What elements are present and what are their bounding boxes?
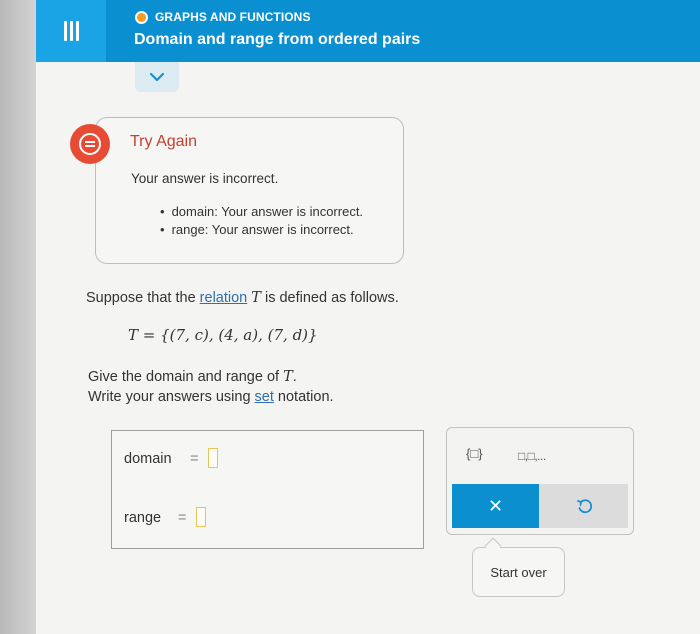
- instruction-text: notation.: [273, 389, 334, 405]
- instruction-line: Give the domain and range of T.: [88, 369, 297, 385]
- instruction-line: Write your answers using set notation.: [88, 389, 334, 405]
- topic-status-icon: [135, 10, 148, 24]
- clear-button[interactable]: ✕: [452, 484, 539, 528]
- feedback-item-domain: domain: Your answer is incorrect.: [160, 203, 363, 221]
- chevron-down-icon: [149, 72, 165, 82]
- instruction-text: Write your answers using: [88, 389, 255, 405]
- topic-label: GRAPHS AND FUNCTIONS: [155, 10, 311, 24]
- menu-icon: [61, 21, 81, 41]
- page-title: Domain and range from ordered pairs: [134, 31, 421, 48]
- range-label: range: [124, 510, 162, 526]
- relation-variable: T: [251, 290, 261, 306]
- domain-equals: =: [190, 451, 199, 467]
- range-input[interactable]: [196, 507, 206, 527]
- expand-toggle[interactable]: [135, 62, 179, 92]
- feedback-error-icon: [70, 124, 110, 164]
- relation-link[interactable]: relation: [200, 290, 248, 306]
- set-notation-button[interactable]: {□}: [466, 446, 483, 461]
- feedback-title: Try Again: [130, 133, 197, 150]
- instruction-text: Give the domain and range of: [88, 369, 284, 385]
- domain-input[interactable]: [208, 448, 218, 468]
- relation-variable: T: [283, 369, 293, 385]
- left-margin: [0, 0, 36, 634]
- instruction-text: .: [292, 369, 297, 385]
- undo-button[interactable]: [539, 484, 628, 528]
- problem-text: Suppose that the: [86, 290, 200, 306]
- list-notation-button[interactable]: □,□,...: [518, 449, 546, 463]
- menu-button[interactable]: [36, 0, 106, 62]
- feedback-message: Your answer is incorrect.: [131, 171, 279, 186]
- feedback-list: domain: Your answer is incorrect. range:…: [160, 203, 363, 239]
- feedback-item-range: range: Your answer is incorrect.: [160, 221, 363, 239]
- set-link[interactable]: set: [255, 389, 274, 405]
- undo-icon: [576, 499, 592, 514]
- topic-row: GRAPHS AND FUNCTIONS: [135, 10, 311, 24]
- range-equals: =: [178, 510, 187, 526]
- answer-box: domain = range =: [111, 430, 424, 549]
- domain-label: domain: [124, 451, 172, 467]
- clear-icon: ✕: [487, 495, 504, 516]
- set-definition: T = {(7, c), (4, a), (7, d)}: [128, 326, 318, 344]
- problem-statement: Suppose that the relation T is defined a…: [86, 290, 399, 306]
- problem-text: is defined as follows.: [260, 290, 399, 306]
- start-over-button[interactable]: Start over: [472, 547, 565, 597]
